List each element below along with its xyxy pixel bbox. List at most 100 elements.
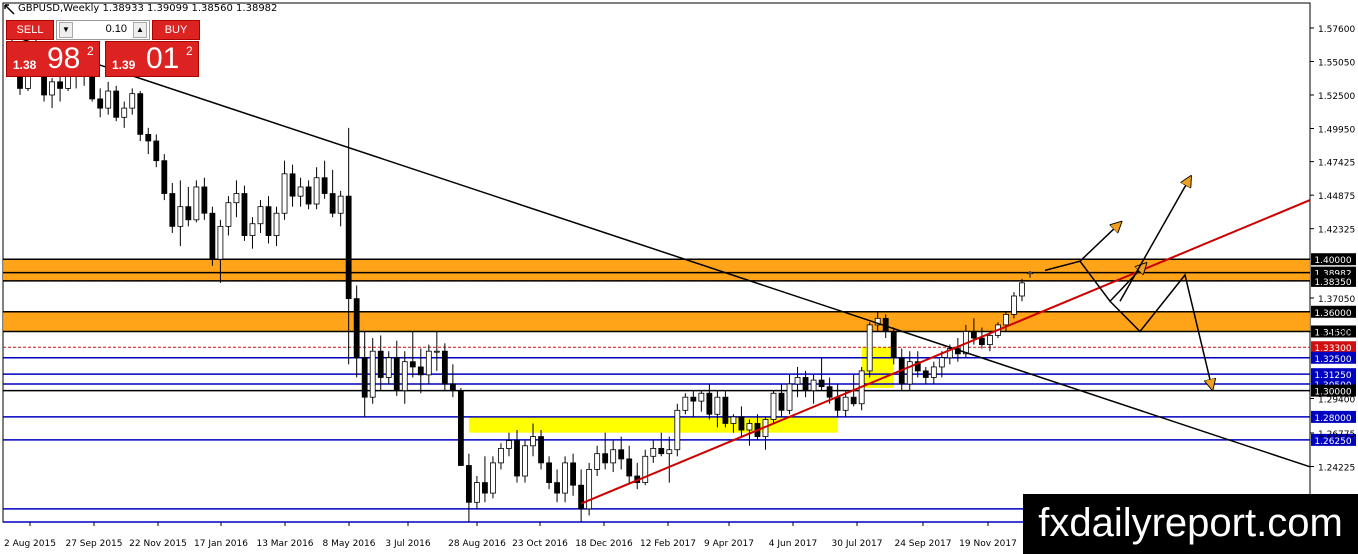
candle-body — [834, 396, 841, 411]
candle-body — [930, 366, 937, 378]
lot-decrease-icon[interactable]: ▼ — [59, 22, 73, 38]
price-chart[interactable]: 1.400001.389821.383501.360001.345001.333… — [0, 0, 1358, 554]
candle-body — [514, 440, 520, 477]
price-tick-label: 1.57600 — [1318, 25, 1355, 35]
time-tick-label: 18 Dec 2016 — [575, 539, 633, 549]
candle-body — [185, 206, 192, 221]
candle-body — [401, 361, 408, 392]
buy-price-prefix: 1.39 — [112, 58, 136, 72]
candle-body — [826, 386, 833, 398]
candle-body — [522, 445, 528, 477]
candle-body — [602, 453, 609, 464]
candle-body — [409, 361, 416, 368]
candle-body — [1011, 295, 1017, 315]
candle-body — [506, 440, 512, 449]
candle-body — [457, 390, 464, 466]
candle-body — [810, 379, 817, 392]
candle-body — [578, 484, 585, 510]
candle-body — [794, 377, 801, 385]
candle-body — [938, 357, 945, 368]
sell-price-fraction: 2 — [87, 44, 94, 58]
candle-body — [674, 409, 681, 451]
time-tick-label: 23 Oct 2016 — [512, 539, 568, 549]
candle-body — [970, 331, 977, 339]
lot-size-field[interactable]: ▼ 0.10 ▲ — [56, 20, 150, 40]
candle-body — [137, 93, 144, 135]
candle-body — [922, 370, 929, 378]
sell-price-button[interactable]: 1.38 98 2 — [6, 41, 100, 77]
candle-body — [305, 186, 312, 205]
lot-increase-icon[interactable]: ▲ — [133, 22, 147, 38]
lot-value[interactable]: 0.10 — [75, 23, 131, 35]
price-tick-label: 1.44875 — [1318, 192, 1355, 202]
buy-price-main: 01 — [146, 42, 180, 75]
price-tag-label: 1.28000 — [1314, 414, 1351, 424]
candle-body — [987, 335, 993, 346]
candle-body — [393, 357, 400, 392]
candle-body — [49, 81, 55, 96]
candle-body — [177, 206, 184, 227]
time-tick-label: 19 Nov 2017 — [959, 539, 1017, 549]
time-tick-label: 13 Mar 2016 — [256, 539, 313, 549]
price-tag-label: 1.38350 — [1314, 278, 1351, 288]
price-tick-label: 1.47425 — [1318, 159, 1355, 169]
price-tick-label: 1.24225 — [1318, 463, 1355, 473]
candle-body — [618, 449, 625, 460]
price-tick-label: 1.55050 — [1318, 58, 1355, 68]
time-axis: 2 Aug 2015 27 Sep 2015 22 Nov 2015 17 Jan 2… — [4, 522, 1017, 549]
candle-body — [361, 357, 368, 398]
candle-body — [770, 392, 777, 420]
candle-body — [281, 173, 288, 214]
buy-price-button[interactable]: 1.39 01 2 — [105, 41, 199, 77]
time-tick-label: 8 May 2016 — [323, 539, 376, 549]
candle-body — [449, 383, 456, 392]
candle-body — [265, 206, 272, 236]
candle-body — [979, 337, 985, 346]
candle-body — [345, 195, 352, 300]
consolidation-box — [861, 347, 894, 388]
candle-body — [666, 449, 673, 455]
candle-body — [554, 482, 560, 494]
candle-body — [546, 462, 552, 483]
time-tick-label: 3 Jul 2016 — [385, 539, 430, 549]
time-tick-label: 24 Sep 2017 — [894, 539, 951, 549]
sell-price-main: 98 — [47, 42, 81, 75]
candle-body — [650, 448, 657, 457]
time-tick-label: 4 Jun 2017 — [769, 539, 817, 549]
sell-button[interactable]: SELL — [6, 20, 54, 40]
candle-body — [786, 383, 793, 411]
candle-body — [498, 448, 504, 464]
time-tick-label: 9 Apr 2017 — [704, 539, 754, 549]
candle-body — [385, 357, 392, 378]
candle-body — [337, 195, 344, 214]
candle-body — [201, 186, 208, 214]
buy-price-fraction: 2 — [186, 44, 193, 58]
price-tick-label: 1.42325 — [1318, 226, 1355, 236]
sell-price-prefix: 1.38 — [13, 58, 37, 72]
time-tick-label: 22 Nov 2015 — [129, 539, 187, 549]
candle-body — [690, 396, 697, 402]
candle-body — [586, 469, 593, 510]
candle-body — [193, 186, 200, 221]
chart-title: GBPUSD,Weekly 1.38933 1.39099 1.38560 1.… — [18, 3, 278, 14]
time-tick-label: 12 Feb 2017 — [640, 539, 696, 549]
candle-body — [417, 366, 424, 376]
candle-body — [570, 462, 577, 486]
candle-body — [722, 396, 729, 424]
candle-body — [538, 436, 544, 464]
candle-body — [698, 392, 705, 402]
candle-body — [273, 212, 280, 236]
candle-body — [57, 81, 63, 89]
buy-button[interactable]: BUY — [152, 20, 200, 40]
candle-body — [658, 448, 665, 455]
candle-body — [161, 160, 168, 194]
candle-body — [425, 350, 432, 376]
candle-body — [217, 225, 224, 260]
price-tick-label: 1.26775 — [1318, 430, 1355, 440]
candle-body — [682, 396, 689, 411]
candle-body — [594, 453, 601, 470]
candle-body — [353, 298, 360, 359]
price-tick-label: 1.52500 — [1318, 92, 1355, 102]
price-tick-label: 1.29400 — [1318, 395, 1355, 405]
candle-body — [730, 416, 737, 424]
